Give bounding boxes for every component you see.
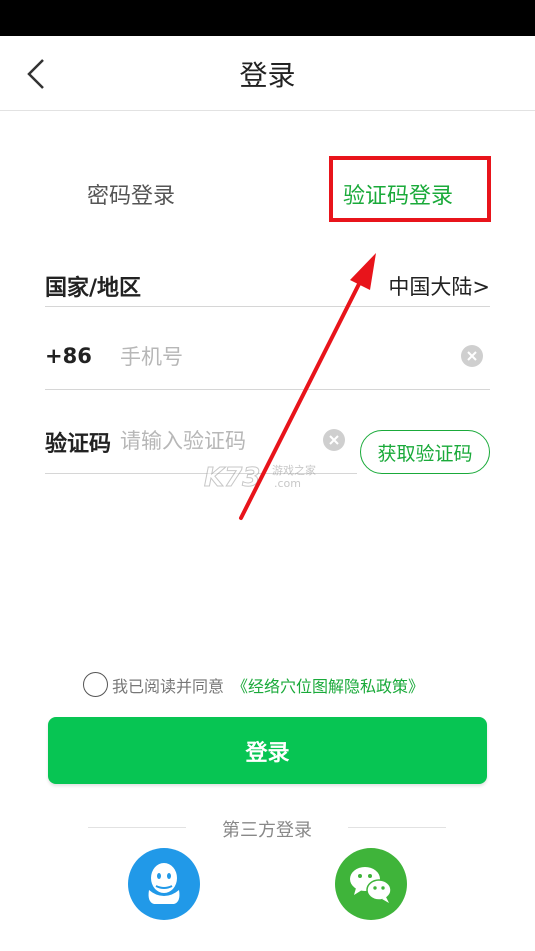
- page-title: 登录: [239, 59, 296, 92]
- close-icon: [329, 435, 339, 445]
- qq-icon: [148, 863, 180, 904]
- qq-login-button[interactable]: [128, 848, 200, 920]
- code-input[interactable]: [120, 425, 320, 457]
- get-code-button[interactable]: 获取验证码: [360, 430, 490, 474]
- third-party-divider: 第三方登录: [88, 815, 446, 841]
- highlight-box: [329, 156, 491, 222]
- watermark-logo: K73 游戏之家 .com: [204, 463, 316, 491]
- wechat-icon: [350, 867, 392, 903]
- agreement-text: 我已阅读并同意: [112, 676, 225, 696]
- region-label: 国家/地区: [45, 276, 142, 301]
- agreement-row: 我已阅读并同意 《经络穴位图解隐私政策》: [83, 672, 424, 697]
- clear-phone-button[interactable]: [461, 345, 483, 367]
- divider-line: [348, 827, 446, 828]
- tab-password-login[interactable]: 密码登录: [87, 178, 175, 210]
- region-row[interactable]: 国家/地区 中国大陆>: [45, 262, 490, 307]
- wechat-login-button[interactable]: [335, 848, 407, 920]
- region-value[interactable]: 中国大陆>: [388, 271, 490, 301]
- watermark-text-top: 游戏之家: [272, 463, 316, 477]
- status-bar: [0, 0, 535, 36]
- agree-radio[interactable]: [83, 672, 108, 697]
- third-party-label: 第三方登录: [222, 820, 312, 841]
- code-label: 验证码: [45, 432, 112, 457]
- phone-row: +86: [45, 335, 490, 390]
- close-icon: [467, 351, 477, 361]
- watermark-logo-text: K73: [204, 463, 260, 490]
- clear-code-button[interactable]: [323, 429, 345, 451]
- country-code: +86: [45, 344, 92, 368]
- phone-input[interactable]: [120, 341, 440, 373]
- watermark-text-bottom: .com: [274, 477, 301, 490]
- nav-bar: 登录: [0, 36, 535, 111]
- privacy-policy-link[interactable]: 《经络穴位图解隐私政策》: [232, 673, 424, 697]
- login-button[interactable]: 登录: [48, 717, 487, 784]
